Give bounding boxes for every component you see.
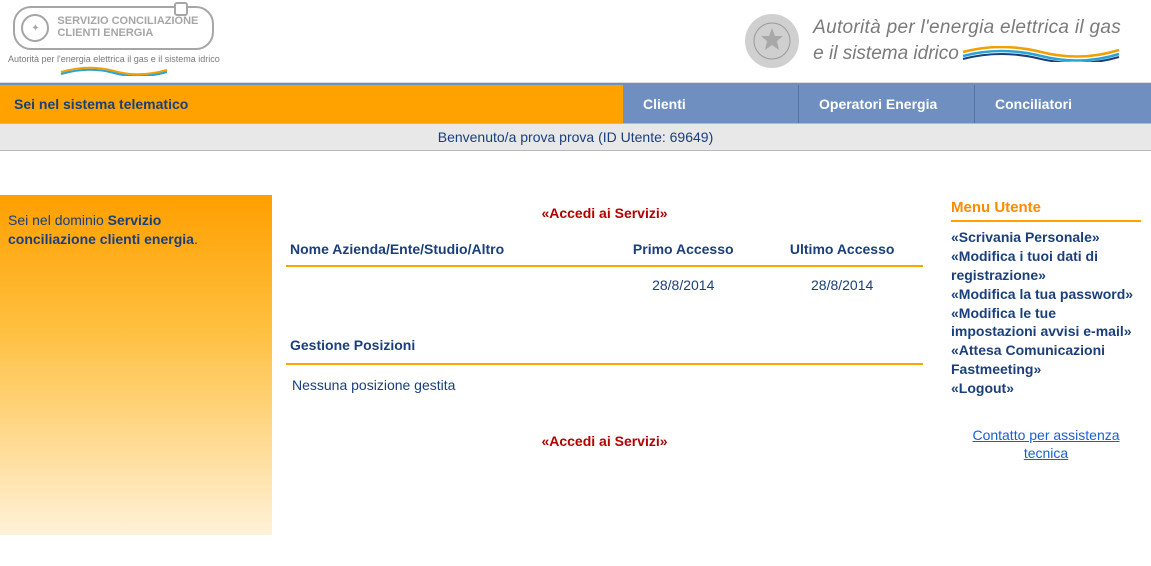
contatto-assistenza-link[interactable]: Contatto per assistenza tecnica bbox=[951, 426, 1141, 462]
nav-bar: Sei nel sistema telematico Clienti Opera… bbox=[0, 83, 1151, 123]
gestione-posizioni-empty: Nessuna posizione gestita bbox=[286, 365, 923, 405]
menu-utente-list: «Scrivania Personale» «Modifica i tuoi d… bbox=[951, 228, 1141, 398]
nav-title: Sei nel sistema telematico bbox=[0, 85, 623, 123]
domain-name-1: Servizio bbox=[108, 212, 162, 228]
tab-conciliatori[interactable]: Conciliatori bbox=[975, 85, 1151, 123]
tab-clienti[interactable]: Clienti bbox=[623, 85, 799, 123]
access-table: Nome Azienda/Ente/Studio/Altro Primo Acc… bbox=[286, 235, 923, 301]
col-ultimo-accesso: Ultimo Accesso bbox=[761, 235, 923, 266]
menu-attesa-comunicazioni[interactable]: «Attesa Comunicazioni Fastmeeting» bbox=[951, 341, 1141, 379]
menu-scrivania-personale[interactable]: «Scrivania Personale» bbox=[951, 228, 1141, 247]
cell-primo-accesso: 28/8/2014 bbox=[605, 266, 761, 301]
authority-line2: e il sistema idrico bbox=[813, 43, 959, 65]
cell-nome bbox=[286, 266, 605, 301]
wave-icon bbox=[59, 66, 169, 76]
hands-icon: ✦ bbox=[21, 14, 49, 42]
plug-icon bbox=[174, 2, 188, 16]
accedi-servizi-link-top[interactable]: «Accedi ai Servizi» bbox=[286, 195, 923, 235]
logo-servizio-conciliazione: ✦ SERVIZIO CONCILIAZIONE CLIENTI ENERGIA… bbox=[8, 6, 220, 76]
menu-utente-title: Menu Utente bbox=[951, 199, 1141, 222]
gestione-posizioni-title: Gestione Posizioni bbox=[286, 337, 923, 365]
domain-name-2: conciliazione clienti energia bbox=[8, 231, 194, 247]
wave-icon bbox=[961, 46, 1121, 62]
emblem-icon bbox=[745, 14, 799, 68]
cell-ultimo-accesso: 28/8/2014 bbox=[761, 266, 923, 301]
menu-modifica-dati[interactable]: «Modifica i tuoi dati di registrazione» bbox=[951, 247, 1141, 285]
header: ✦ SERVIZIO CONCILIAZIONE CLIENTI ENERGIA… bbox=[0, 0, 1151, 83]
menu-modifica-avvisi[interactable]: «Modifica le tue impostazioni avvisi e-m… bbox=[951, 304, 1141, 342]
logo-left-subtitle: Autorità per l'energia elettrica il gas … bbox=[8, 54, 220, 64]
col-nome-azienda: Nome Azienda/Ente/Studio/Altro bbox=[286, 235, 605, 266]
welcome-bar: Benvenuto/a prova prova (ID Utente: 6964… bbox=[0, 123, 1151, 151]
tab-operatori-energia[interactable]: Operatori Energia bbox=[799, 85, 975, 123]
menu-logout[interactable]: «Logout» bbox=[951, 379, 1141, 398]
domain-prefix: Sei nel dominio bbox=[8, 212, 108, 228]
domain-suffix: . bbox=[194, 231, 198, 247]
accedi-servizi-link-bottom[interactable]: «Accedi ai Servizi» bbox=[286, 405, 923, 463]
table-row: 28/8/2014 28/8/2014 bbox=[286, 266, 923, 301]
col-primo-accesso: Primo Accesso bbox=[605, 235, 761, 266]
menu-modifica-password[interactable]: «Modifica la tua password» bbox=[951, 285, 1141, 304]
logo-autorita: Autorità per l'energia elettrica il gas … bbox=[745, 14, 1121, 68]
domain-side-panel: Sei nel dominio Servizio conciliazione c… bbox=[0, 195, 272, 535]
logo-left-line2: CLIENTI ENERGIA bbox=[57, 28, 198, 40]
authority-line1: Autorità per l'energia elettrica il gas bbox=[813, 17, 1121, 39]
